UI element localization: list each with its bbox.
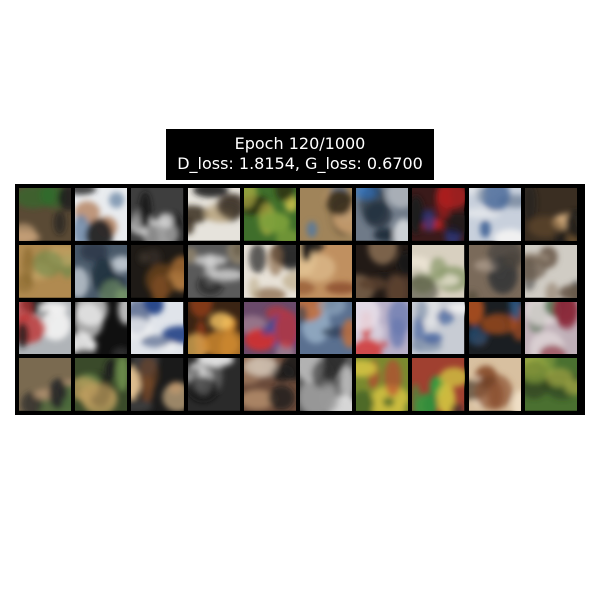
sample-tile	[19, 301, 72, 355]
sample-tile	[187, 358, 240, 411]
sample-tile	[468, 188, 521, 241]
sample-tile	[243, 358, 296, 411]
sample-tile	[131, 358, 184, 411]
sample-tile	[468, 244, 521, 298]
sample-tile	[356, 358, 409, 411]
sample-tile	[412, 188, 465, 241]
generated-samples-grid	[15, 184, 585, 415]
sample-tile	[19, 188, 72, 241]
sample-tile	[187, 188, 240, 241]
sample-tile	[356, 244, 409, 298]
sample-tile	[524, 188, 577, 241]
figure-title: Epoch 120/1000 D_loss: 1.8154, G_loss: 0…	[166, 129, 434, 180]
sample-tile	[356, 301, 409, 355]
sample-tile	[412, 244, 465, 298]
sample-tile	[243, 301, 296, 355]
sample-tile	[75, 188, 128, 241]
sample-tile	[131, 244, 184, 298]
sample-tile	[131, 301, 184, 355]
sample-tile	[19, 358, 72, 411]
sample-tile	[243, 188, 296, 241]
sample-tile	[75, 301, 128, 355]
sample-tile	[468, 301, 521, 355]
sample-tile	[524, 358, 577, 411]
sample-tile	[243, 244, 296, 298]
figure-canvas: Epoch 120/1000 D_loss: 1.8154, G_loss: 0…	[0, 0, 600, 600]
epoch-label: Epoch 120/1000	[234, 134, 366, 153]
sample-tile	[299, 244, 353, 298]
sample-tile	[524, 244, 577, 298]
sample-tile	[187, 244, 240, 298]
sample-tile	[75, 358, 128, 411]
sample-tile	[299, 188, 353, 241]
sample-tile	[356, 188, 409, 241]
sample-tile	[19, 244, 72, 298]
sample-tile	[75, 244, 128, 298]
sample-tile	[412, 358, 465, 411]
sample-tile	[524, 301, 577, 355]
sample-tile	[187, 301, 240, 355]
sample-tile	[131, 188, 184, 241]
sample-tile	[412, 301, 465, 355]
sample-tile	[299, 358, 353, 411]
loss-label: D_loss: 1.8154, G_loss: 0.6700	[177, 154, 423, 173]
sample-tile	[299, 301, 353, 355]
sample-tile	[468, 358, 521, 411]
